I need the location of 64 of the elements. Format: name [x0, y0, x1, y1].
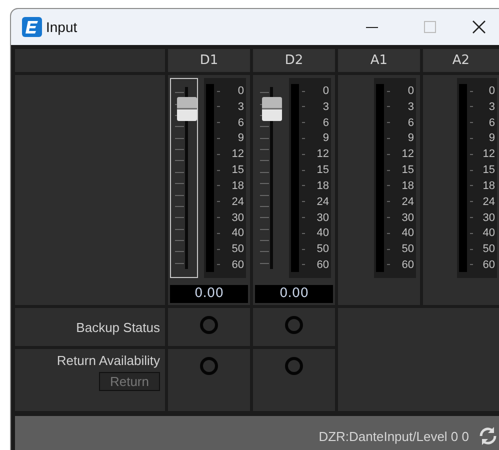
scale-label: 12 [232, 148, 244, 160]
scale-label: 30 [482, 212, 495, 224]
scale-label: 24 [482, 196, 495, 208]
scale-label: 30 [316, 212, 329, 224]
channel-header: D2 [253, 49, 335, 72]
scale-label: 50 [316, 243, 329, 256]
close-icon [471, 19, 487, 35]
scale-label: 40 [232, 227, 244, 240]
scale-label: 15 [316, 164, 329, 176]
scale-label: 50 [402, 243, 414, 256]
scale-label: 0 [238, 85, 244, 97]
channel-header: D1 [168, 49, 250, 72]
scale-label: 60 [402, 258, 414, 271]
scale-label: 18 [232, 180, 244, 192]
scale-label: 24 [316, 196, 329, 208]
scale-label: 50 [232, 243, 244, 256]
scale-label: 9 [322, 132, 329, 144]
app-logo-icon [22, 17, 42, 37]
scale-label: 3 [322, 100, 329, 113]
scale-label: 3 [408, 100, 414, 113]
scale-label: 3 [238, 100, 244, 113]
fader-slider[interactable] [170, 78, 198, 278]
scale-label: 40 [482, 227, 495, 240]
scale-label: 9 [488, 132, 495, 144]
scale-label: 18 [316, 180, 329, 192]
scale-label: 24 [232, 196, 244, 208]
scale-label: 40 [316, 227, 329, 240]
scale-label: 18 [482, 180, 495, 192]
scale-label: 60 [316, 258, 329, 271]
minimize-icon [366, 26, 378, 28]
scale-label: 60 [232, 258, 244, 271]
scale-label: 15 [232, 164, 244, 176]
scale-label: 9 [238, 132, 244, 144]
scale-label: 18 [402, 180, 414, 192]
scale-label: 6 [322, 116, 329, 129]
scale-label: 12 [482, 148, 495, 160]
channel-header: A1 [338, 49, 420, 72]
maximize-icon [423, 20, 437, 34]
refresh-icon[interactable] [477, 425, 499, 447]
scale-label: 30 [232, 212, 244, 224]
window-title: Input [46, 19, 78, 35]
scale-label: 50 [482, 243, 495, 256]
scale-label: 6 [408, 116, 414, 129]
scale-label: 60 [482, 258, 495, 271]
scale-label: 30 [402, 212, 414, 224]
status-text: DZR:DanteInput/Level 0 0 [318, 428, 469, 444]
scale-label: 6 [238, 116, 244, 129]
channel-header: A2 [423, 49, 499, 72]
scale-label: 24 [402, 196, 414, 208]
scale-label: 0 [408, 85, 414, 97]
scale-label: 3 [488, 100, 495, 113]
scale-label: 12 [316, 148, 329, 160]
scale-label: 6 [488, 116, 495, 129]
scale-label: 0 [322, 85, 329, 97]
scale-label: 0 [488, 85, 495, 97]
scale-label: 40 [402, 227, 414, 240]
scale-label: 9 [408, 132, 414, 144]
row-label: Backup Status [15, 308, 165, 346]
fader-value-readout: 0.00 [170, 285, 248, 303]
fader-value-readout: 0.00 [255, 285, 333, 303]
scale-label: 15 [402, 164, 414, 176]
row-label: Return Availability [56, 353, 160, 368]
scale-label: 12 [402, 148, 414, 160]
scale-label: 15 [482, 164, 495, 176]
